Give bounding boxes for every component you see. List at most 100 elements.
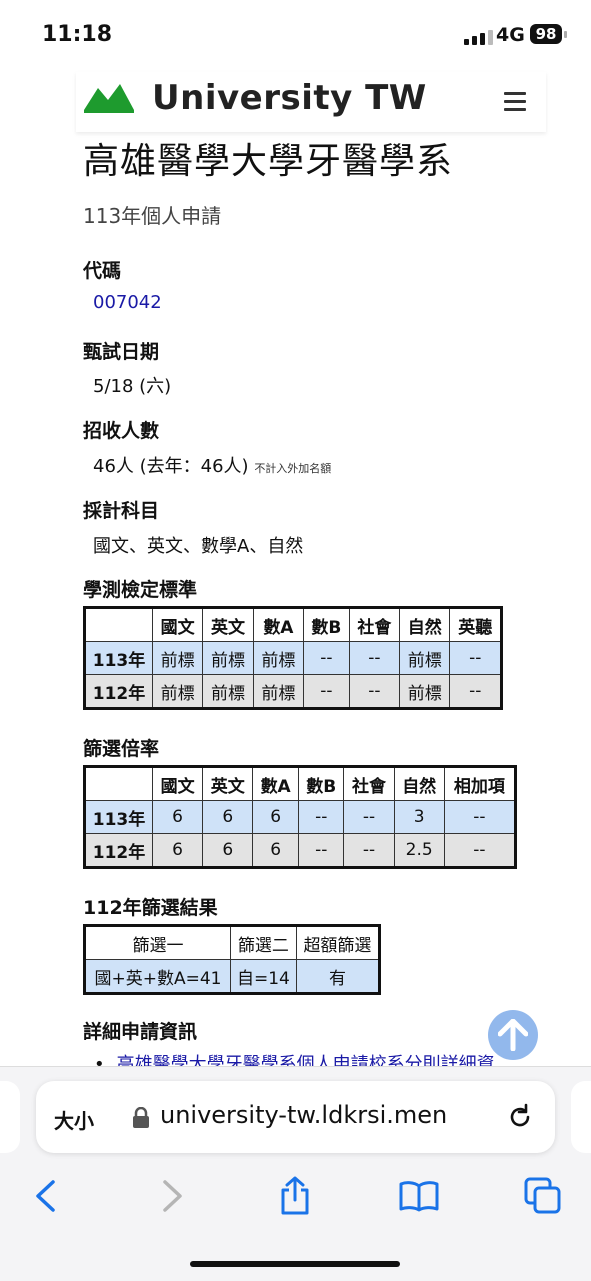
standards-table: 國文 英文 數A 數B 社會 自然 英聽 113年 前標 前標 前標 -- --… (83, 606, 503, 710)
standards-label: 學測檢定標準 (83, 579, 198, 601)
hamburger-menu-icon[interactable] (504, 92, 526, 116)
table-row: 113年 前標 前標 前標 -- -- 前標 -- (84, 641, 502, 675)
status-time: 11:18 (42, 22, 113, 47)
table-cell: -- (303, 674, 350, 709)
next-tab-preview[interactable] (571, 1081, 591, 1153)
text-size-button[interactable]: 大小 (54, 1105, 94, 1134)
code-value[interactable]: 007042 (93, 292, 162, 313)
table-cell: 國文 (151, 607, 204, 642)
table-cell: 自然 (399, 607, 451, 642)
table-cell: -- (348, 674, 401, 709)
table-cell: 6 (252, 833, 299, 868)
table-cell: 112年 (84, 833, 153, 868)
tabs-icon (524, 1177, 561, 1214)
scroll-to-top-button[interactable] (488, 1010, 538, 1060)
home-indicator (190, 1261, 400, 1267)
table-cell: 國+英+數A=41 (84, 959, 231, 994)
enrollment-label: 招收人數 (83, 420, 160, 442)
signal-icon (464, 30, 493, 45)
status-bar: 11:18 4G 98 (0, 0, 591, 72)
table-cell: 前標 (151, 641, 204, 675)
url-text[interactable]: university-tw.ldkrsi.men (160, 1101, 447, 1129)
table-cell: 前標 (151, 674, 204, 709)
battery-tip (564, 31, 567, 38)
address-bar[interactable]: 大小 university-tw.ldkrsi.men (36, 1081, 555, 1153)
table-cell: 113年 (84, 641, 153, 675)
arrow-up-icon (498, 1019, 528, 1051)
table-cell: 6 (151, 800, 204, 834)
table-cell: -- (343, 800, 395, 834)
table-cell: 相加項 (443, 766, 517, 801)
table-cell: -- (297, 800, 345, 834)
table-header-row: 篩選一 篩選二 超額篩選 (84, 925, 381, 960)
table-cell: -- (343, 833, 395, 868)
previous-tab-preview[interactable] (0, 1081, 20, 1153)
page-heading: 高雄醫學大學牙醫學系 113年個人申請 (83, 138, 553, 229)
forward-button[interactable] (148, 1171, 198, 1221)
table-row: 國+英+數A=41 自=14 有 (84, 959, 381, 994)
table-cell: 2.5 (393, 833, 445, 868)
site-header: University TW (76, 72, 546, 132)
table-cell: 3 (393, 800, 445, 834)
table-cell: 數A (252, 766, 299, 801)
ratio-label: 篩選倍率 (83, 738, 160, 760)
network-type: 4G (496, 24, 525, 46)
details-label: 詳細申請資訊 (83, 1021, 198, 1043)
table-cell: -- (443, 833, 517, 868)
table-row: 112年 前標 前標 前標 -- -- 前標 -- (84, 674, 502, 709)
table-cell: 自然 (393, 766, 445, 801)
table-cell: 前標 (399, 641, 451, 675)
table-cell: 社會 (348, 607, 401, 642)
lock-icon (133, 1107, 149, 1128)
table-cell: 社會 (343, 766, 395, 801)
mountain-logo-icon[interactable] (84, 80, 134, 116)
code-label: 代碼 (83, 260, 122, 282)
table-cell: 英文 (202, 766, 254, 801)
table-cell: -- (449, 674, 502, 709)
table-cell: 前標 (202, 674, 254, 709)
table-cell: 數B (297, 766, 345, 801)
reload-icon[interactable] (506, 1103, 534, 1131)
chevron-right-icon (163, 1180, 182, 1212)
enrollment-count: 46人 (去年：46人) (93, 456, 249, 477)
table-cell: 有 (295, 959, 381, 994)
subjects-value: 國文、英文、數學A、自然 (93, 536, 304, 557)
table-cell: 6 (202, 833, 254, 868)
table-cell: 國文 (151, 766, 204, 801)
result-table: 篩選一 篩選二 超額篩選 國+英+數A=41 自=14 有 (83, 924, 381, 995)
table-cell (84, 766, 153, 801)
table-header-row: 國文 英文 數A 數B 社會 自然 英聽 (84, 607, 502, 642)
table-cell: 英聽 (449, 607, 502, 642)
exam-date-value: 5/18 (六) (93, 376, 172, 397)
table-cell: 前標 (252, 674, 305, 709)
table-cell: -- (303, 641, 350, 675)
book-icon (399, 1181, 439, 1212)
chevron-left-icon (36, 1180, 55, 1212)
table-cell: 前標 (202, 641, 254, 675)
table-cell: 超額篩選 (295, 925, 381, 960)
table-header-row: 國文 英文 數A 數B 社會 自然 相加項 (84, 766, 517, 801)
browser-toolbar: 大小 university-tw.ldkrsi.men (0, 1066, 591, 1281)
table-cell: 數A (252, 607, 305, 642)
tabs-button[interactable] (518, 1171, 568, 1221)
share-button[interactable] (270, 1171, 320, 1221)
bookmarks-button[interactable] (394, 1171, 444, 1221)
table-row: 113年 6 6 6 -- -- 3 -- (84, 800, 517, 834)
table-cell: 前標 (399, 674, 451, 709)
table-cell: 113年 (84, 800, 153, 834)
site-title[interactable]: University TW (152, 78, 427, 118)
table-cell: 英文 (202, 607, 254, 642)
page-title: 高雄醫學大學牙醫學系 (83, 141, 454, 182)
table-cell: -- (348, 641, 401, 675)
result-label: 112年篩選結果 (83, 897, 218, 919)
back-button[interactable] (20, 1171, 70, 1221)
ratio-table: 國文 英文 數A 數B 社會 自然 相加項 113年 6 6 6 -- -- 3… (83, 765, 517, 869)
table-cell (84, 607, 153, 642)
table-cell: 112年 (84, 674, 153, 709)
table-cell: 6 (202, 800, 254, 834)
table-cell: 篩選二 (229, 925, 297, 960)
table-cell: 數B (303, 607, 350, 642)
share-icon (281, 1176, 309, 1215)
table-row: 112年 6 6 6 -- -- 2.5 -- (84, 833, 517, 868)
table-cell: -- (443, 800, 517, 834)
